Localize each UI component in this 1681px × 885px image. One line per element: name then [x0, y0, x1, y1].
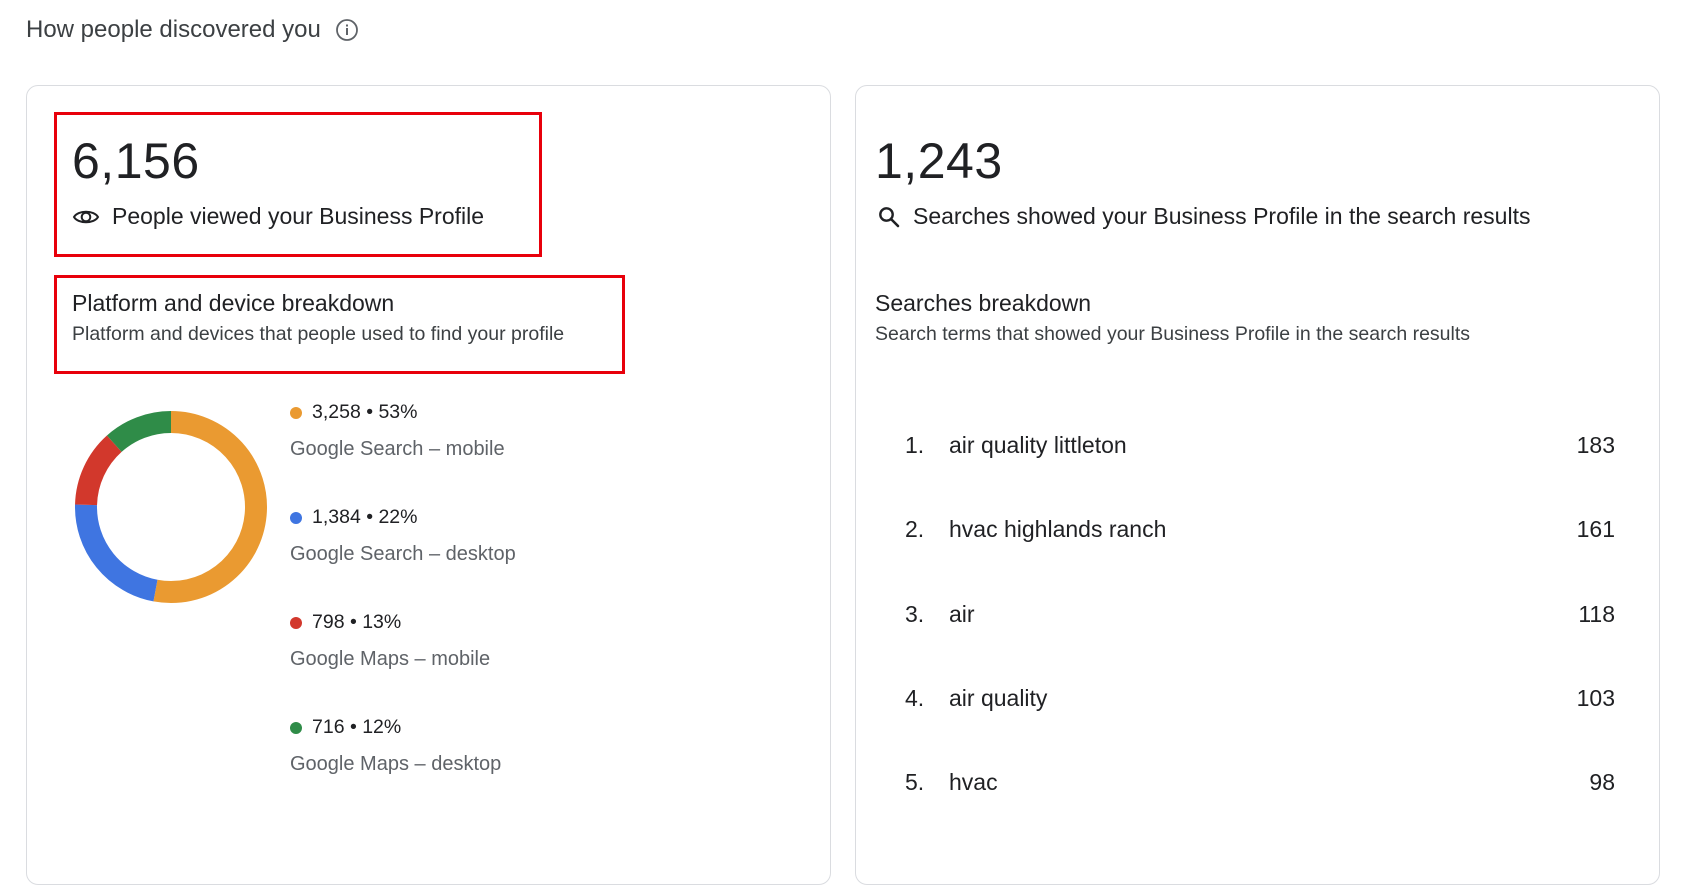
legend-dot — [290, 406, 302, 419]
search-term: hvac highlands ranch — [949, 516, 1167, 543]
search-term-rank: 2. — [905, 516, 925, 543]
searches-total-label-row: Searches showed your Business Profile in… — [877, 203, 1530, 230]
searches-breakdown-title: Searches breakdown — [875, 290, 1092, 316]
legend-label: Google Search – desktop — [290, 543, 516, 565]
search-term-rank: 4. — [905, 684, 925, 711]
donut-slice-2 — [75, 435, 122, 506]
searches-total-label: Searches showed your Business Profile in… — [913, 203, 1531, 229]
legend-summary: 1,384 • 22% — [312, 506, 418, 528]
legend-label: Google Search – mobile — [290, 438, 505, 460]
search-term: hvac — [949, 769, 998, 796]
views-total-label-row: People viewed your Business Profile — [72, 203, 484, 230]
search-term-count: 183 — [1576, 432, 1615, 458]
legend-summary: 716 • 12% — [312, 716, 402, 738]
search-term-row: 2. hvac highlands ranch 161 — [905, 516, 1615, 600]
platform-breakdown-subtitle: Platform and devices that people used to… — [72, 323, 565, 345]
search-term-rank: 3. — [905, 600, 925, 627]
legend-item-maps-mobile: 798 • 13% Google Maps – mobile — [290, 611, 490, 671]
legend-item-search-desktop: 1,384 • 22% Google Search – desktop — [290, 506, 516, 566]
legend-summary: 798 • 13% — [312, 611, 402, 633]
legend-dot — [290, 616, 302, 629]
views-total: 6,156 — [72, 133, 200, 189]
search-term-count: 118 — [1578, 600, 1615, 627]
search-term: air — [949, 600, 975, 627]
donut-slice-3 — [106, 411, 172, 453]
platform-donut-chart — [75, 411, 267, 603]
search-term-rank: 1. — [905, 432, 925, 458]
section-heading: How people discovered you — [26, 14, 359, 46]
search-term-row: 5. hvac 98 — [905, 769, 1615, 853]
searches-total: 1,243 — [875, 133, 1003, 189]
donut-slice-0 — [153, 411, 267, 603]
legend-item-search-mobile: 3,258 • 53% Google Search – mobile — [290, 401, 505, 461]
search-term: air quality littleton — [949, 432, 1127, 458]
search-term-rank: 5. — [905, 769, 925, 796]
search-term-row: 1. air quality littleton 183 — [905, 432, 1615, 516]
search-term-count: 103 — [1576, 684, 1615, 711]
legend-dot — [290, 721, 302, 734]
legend-summary: 3,258 • 53% — [312, 401, 418, 423]
legend-label: Google Maps – mobile — [290, 648, 491, 670]
search-term-count: 98 — [1589, 769, 1615, 796]
search-terms-list: 1. air quality littleton 183 2. hvac hig… — [905, 432, 1615, 853]
search-term-count: 161 — [1576, 516, 1615, 543]
search-icon — [879, 206, 900, 227]
search-term: air quality — [949, 684, 1048, 711]
legend-item-maps-desktop: 716 • 12% Google Maps – desktop — [290, 716, 501, 776]
views-total-label: People viewed your Business Profile — [112, 203, 485, 229]
eye-icon — [72, 210, 100, 223]
donut-slice-1 — [75, 504, 158, 602]
platform-breakdown-title: Platform and device breakdown — [72, 290, 395, 316]
legend-dot — [290, 511, 302, 524]
legend-label: Google Maps – desktop — [290, 753, 502, 775]
search-term-row: 4. air quality 103 — [905, 685, 1615, 769]
section-title: How people discovered you — [26, 16, 321, 43]
searches-breakdown-subtitle: Search terms that showed your Business P… — [875, 323, 1471, 345]
info-icon[interactable] — [335, 18, 359, 42]
search-term-row: 3. air 118 — [905, 601, 1615, 685]
